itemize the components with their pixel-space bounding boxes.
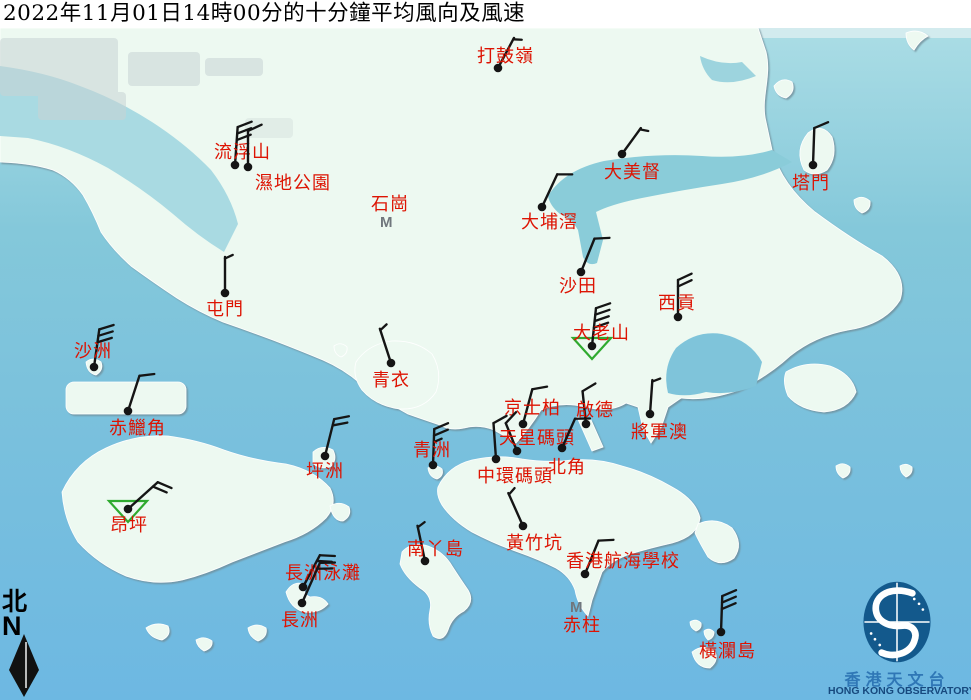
station-dot	[577, 268, 586, 277]
wind-barb-feather	[598, 540, 613, 541]
station-label: 大美督	[604, 162, 661, 183]
station-label: 長洲	[281, 610, 319, 631]
station-dot	[298, 599, 307, 608]
station-dot	[124, 505, 133, 514]
hko-logo: 香港天文台 HONG KONG OBSERVATORY	[836, 576, 971, 672]
station-label: 西貢	[658, 293, 696, 314]
station-label: 北角	[548, 457, 586, 478]
station-dot	[558, 444, 567, 453]
wind-barb-feather	[320, 555, 335, 556]
station-label: 青衣	[372, 370, 410, 391]
station-label: 流浮山	[214, 142, 271, 163]
station-dot	[809, 161, 818, 170]
station-label: 大老山	[573, 323, 630, 344]
station-label: 青洲	[413, 440, 451, 461]
station-dot	[321, 452, 330, 461]
station-label: 打鼓嶺	[477, 46, 534, 67]
missing-data-marker: M	[570, 599, 583, 616]
station-label: 大埔滘	[521, 212, 578, 233]
station-dot	[618, 150, 627, 159]
station-label: 屯門	[206, 299, 244, 320]
missing-data-marker: M	[380, 214, 393, 231]
station-dot	[90, 363, 99, 372]
station-dot	[492, 455, 501, 464]
compass: 北 N	[2, 590, 46, 638]
station-label: 長洲泳灘	[285, 563, 361, 584]
wind-barb-shaft	[813, 128, 814, 165]
station-label: 橫瀾島	[699, 641, 756, 662]
station-dot	[244, 163, 253, 172]
station-dot	[519, 420, 528, 429]
station-label: 坪洲	[306, 461, 344, 482]
station-label: 昂坪	[110, 515, 148, 536]
hong-kong-map: 打鼓嶺流浮山濕地公園M石崗大美督大埔滘塔門沙田西貢大老山屯門沙洲赤鱲角青衣坪洲青…	[0, 0, 971, 700]
station-label: 濕地公園	[255, 173, 331, 194]
hko-logo-english-name: HONG KONG OBSERVATORY	[828, 685, 970, 697]
station-label: 中環碼頭	[477, 466, 553, 487]
station-label: 赤鱲角	[109, 418, 166, 439]
station-dot	[717, 628, 726, 637]
wind-barb-feather	[594, 238, 609, 239]
station-label: 南丫島	[407, 539, 464, 560]
station-dot	[538, 203, 547, 212]
station-dot	[221, 289, 230, 298]
station-label: 黃竹坑	[506, 533, 563, 554]
station-dot	[519, 522, 528, 531]
hko-logo-icon	[836, 576, 958, 668]
station-label: 沙洲	[74, 341, 112, 362]
station-label: 沙田	[559, 276, 597, 297]
wind-barb-feather	[640, 129, 648, 131]
station-dot	[429, 461, 438, 470]
station-label: 赤柱	[563, 615, 601, 636]
station-dot	[124, 407, 133, 416]
station-dot	[387, 359, 396, 368]
station-label: 塔門	[792, 173, 830, 194]
station-label: 石崗	[371, 194, 409, 215]
map-title: 2022年11月01日14時00分的十分鐘平均風向及風速	[0, 0, 971, 28]
station-label: 香港航海學校	[566, 551, 680, 572]
wind-map-screenshot: 打鼓嶺流浮山濕地公園M石崗大美督大埔滘塔門沙田西貢大老山屯門沙洲赤鱲角青衣坪洲青…	[0, 0, 971, 700]
station-label: 將軍澳	[631, 422, 688, 443]
station-dot	[646, 410, 655, 419]
compass-letter-label: N	[2, 614, 46, 638]
